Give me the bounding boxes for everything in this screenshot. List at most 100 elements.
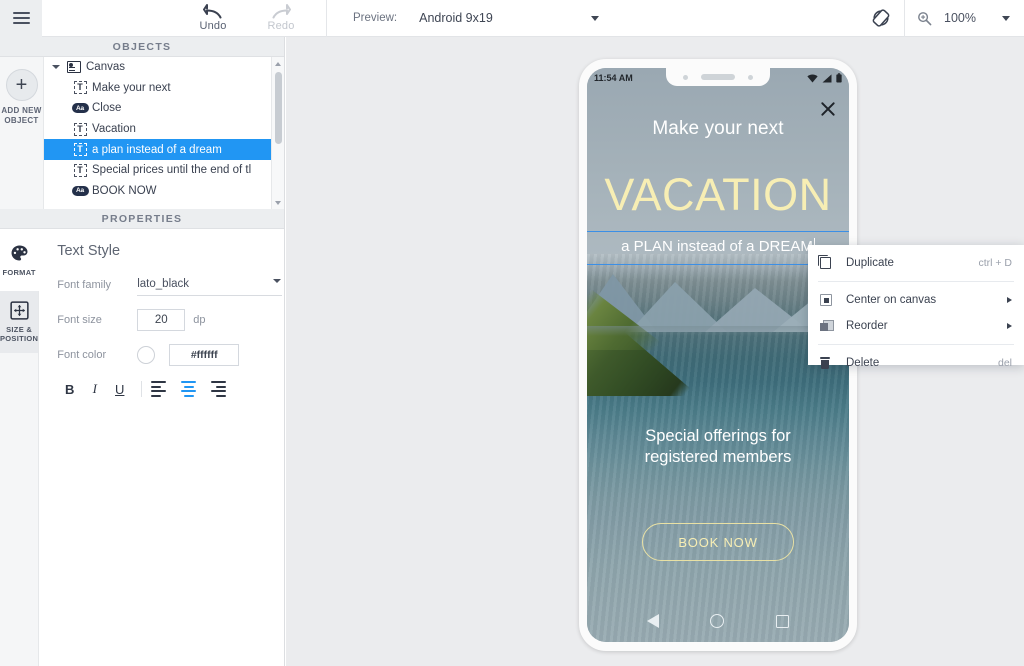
text-icon: T (68, 81, 92, 95)
tree-item-special-prices[interactable]: T Special prices until the end of tl (44, 160, 271, 181)
add-new-object-button[interactable]: + ADD NEW OBJECT (0, 57, 43, 209)
tree-item-vacation[interactable]: T Vacation (44, 119, 271, 140)
tree-item-label: Close (92, 102, 122, 115)
scroll-down-button[interactable] (272, 196, 285, 209)
button-icon: Aa (68, 185, 92, 196)
bold-button[interactable]: B (57, 378, 82, 400)
history-controls: Undo Redo (190, 4, 304, 32)
magnifier-icon (918, 11, 932, 25)
tree-item-label: BOOK NOW (92, 184, 157, 197)
canvas-icon (62, 61, 86, 74)
align-left-icon[interactable] (151, 378, 176, 400)
context-menu-shortcut: ctrl + D (978, 257, 1012, 269)
font-color-swatch[interactable] (137, 346, 156, 364)
menu-button[interactable] (0, 0, 42, 37)
text-special-offerings[interactable]: Special offerings for registered members (587, 426, 849, 469)
tree-item-close[interactable]: Aa Close (44, 98, 271, 119)
scrollbar-thumb[interactable] (274, 72, 282, 144)
sensor-dot (683, 74, 688, 80)
font-color-row: Font color #ffffff (57, 343, 282, 367)
reorder-icon (820, 320, 846, 332)
hamburger-icon (12, 9, 30, 27)
context-menu-item-reorder[interactable]: Reorder (808, 313, 1024, 339)
scroll-up-button[interactable] (272, 57, 285, 70)
background-sky (587, 68, 849, 266)
text-vacation[interactable]: VACATION (587, 172, 849, 217)
toolbar-right-group: 100% (858, 0, 1024, 37)
close-icon[interactable] (819, 100, 837, 118)
preview-device-select[interactable]: Android 9x19 (419, 11, 609, 25)
context-menu-divider-2 (818, 344, 1014, 345)
left-panel: OBJECTS + ADD NEW OBJECT Canvas T Make y… (0, 37, 285, 666)
wifi-icon (807, 74, 818, 83)
earpiece-speaker (701, 74, 735, 80)
text-make-your-next[interactable]: Make your next (587, 118, 849, 140)
tree-item-label: Special prices until the end of tl (92, 164, 252, 177)
context-menu-item-label: Duplicate (846, 257, 894, 269)
font-family-select[interactable]: lato_black (137, 274, 283, 296)
submenu-arrow-icon (1007, 323, 1012, 329)
font-size-label: Font size (57, 314, 102, 326)
text-plan-content: a PLAN instead of a DREAM (621, 238, 813, 255)
context-menu-item-label: Reorder (846, 320, 888, 332)
special-line-2: registered members (644, 448, 792, 467)
align-center-icon[interactable] (176, 378, 201, 400)
objects-panel-body: + ADD NEW OBJECT Canvas T Make your next (0, 57, 284, 209)
italic-button[interactable]: I (82, 378, 107, 400)
status-icons (807, 73, 842, 83)
undo-button[interactable]: Undo (190, 4, 236, 32)
tree-item-label: Canvas (86, 61, 125, 74)
properties-content: Text Style Font family lato_black Font s… (39, 229, 300, 666)
underline-button[interactable]: U (107, 378, 132, 400)
trash-icon (820, 357, 846, 369)
font-size-row: Font size 20 dp (57, 308, 282, 332)
recents-square-icon[interactable] (776, 614, 790, 628)
objects-tree: Canvas T Make your next Aa Close T Vacat… (43, 57, 284, 209)
redo-button[interactable]: Redo (258, 4, 304, 32)
align-right-icon[interactable] (201, 378, 227, 400)
tab-format[interactable]: FORMAT (0, 229, 40, 291)
duplicate-icon (817, 255, 846, 269)
tree-item-label: a plan instead of a dream (92, 143, 222, 156)
rotate-device-icon (872, 9, 890, 27)
font-size-input[interactable]: 20 (137, 309, 186, 331)
context-menu-item-center-on-canvas[interactable]: Center on canvas (808, 287, 1024, 313)
context-menu-item-delete[interactable]: Delete del (808, 350, 1024, 376)
font-color-input[interactable]: #ffffff (169, 344, 240, 366)
context-menu-shortcut: del (997, 357, 1012, 369)
submenu-arrow-icon (1007, 297, 1012, 303)
top-toolbar: Undo Redo Preview: Android 9x19 100% (0, 0, 1024, 37)
text-icon: T (68, 163, 92, 177)
tree-item-a-plan-instead-of-a-dream[interactable]: T a plan instead of a dream (44, 139, 271, 160)
book-now-button[interactable]: BOOK NOW (642, 523, 794, 561)
format-divider (141, 381, 143, 397)
app-root: Undo Redo Preview: Android 9x19 100% OBJ… (0, 0, 1024, 666)
special-line-1: Special offerings for (645, 427, 791, 445)
expand-caret-icon[interactable] (50, 65, 62, 70)
preview-device-value: Android 9x19 (419, 11, 493, 25)
tab-size-position[interactable]: SIZE & POSITION (0, 291, 39, 353)
tree-item-canvas[interactable]: Canvas (44, 57, 271, 78)
objects-tree-scrollbar[interactable] (271, 57, 284, 209)
properties-title: Text Style (57, 243, 121, 259)
redo-icon (272, 4, 291, 19)
android-nav-bar (587, 600, 849, 642)
back-triangle-icon[interactable] (646, 614, 659, 628)
home-circle-icon[interactable] (710, 614, 725, 628)
tree-item-book-now[interactable]: Aa BOOK NOW (44, 181, 271, 202)
tab-format-label: FORMAT (2, 267, 36, 277)
plus-icon: + (5, 69, 38, 101)
text-icon: T (68, 122, 92, 136)
phone-notch (666, 68, 770, 86)
button-icon: Aa (68, 103, 92, 114)
scrollbar-track[interactable] (272, 70, 285, 196)
tree-item-make-your-next[interactable]: T Make your next (44, 78, 271, 99)
undo-icon (203, 4, 222, 19)
context-menu-item-duplicate[interactable]: Duplicate ctrl + D (808, 250, 1024, 276)
zoom-control[interactable]: 100% (905, 0, 1024, 37)
battery-icon (836, 73, 842, 83)
chevron-down-icon (273, 279, 282, 283)
rotate-device-button[interactable] (858, 0, 904, 37)
objects-panel-header: OBJECTS (0, 37, 284, 57)
context-menu: Duplicate ctrl + D Center on canvas Reor… (808, 245, 1024, 369)
